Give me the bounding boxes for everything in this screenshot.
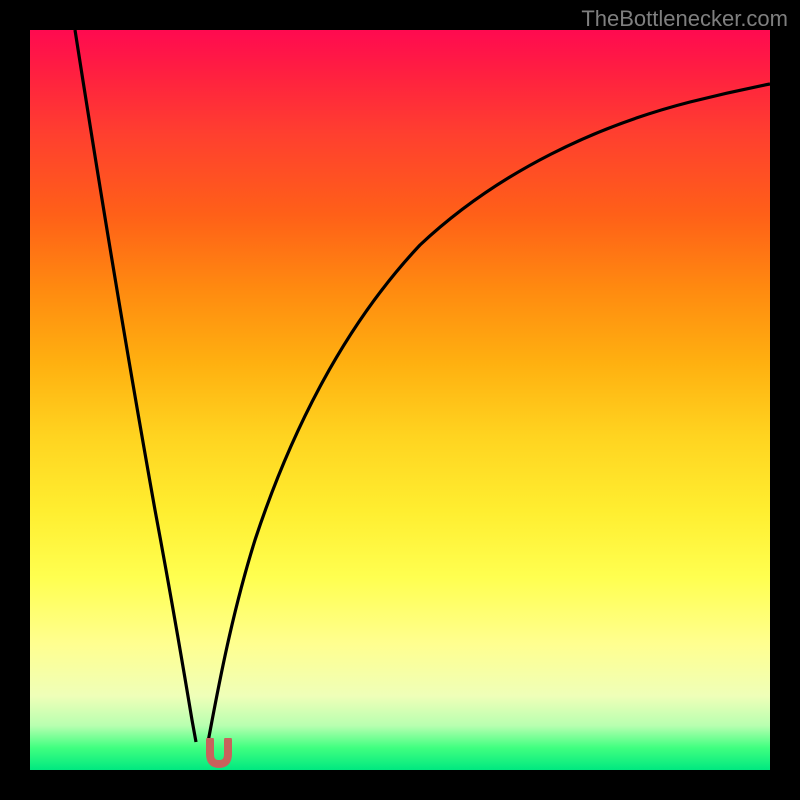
- curve-left-branch: [75, 30, 196, 742]
- curve-layer: [30, 30, 770, 770]
- chart-frame: TheBottlenecker.com: [0, 0, 800, 800]
- plot-area: [30, 30, 770, 770]
- minimum-marker-u: [206, 738, 232, 768]
- watermark-text: TheBottlenecker.com: [581, 6, 788, 32]
- curve-right-branch: [208, 84, 770, 742]
